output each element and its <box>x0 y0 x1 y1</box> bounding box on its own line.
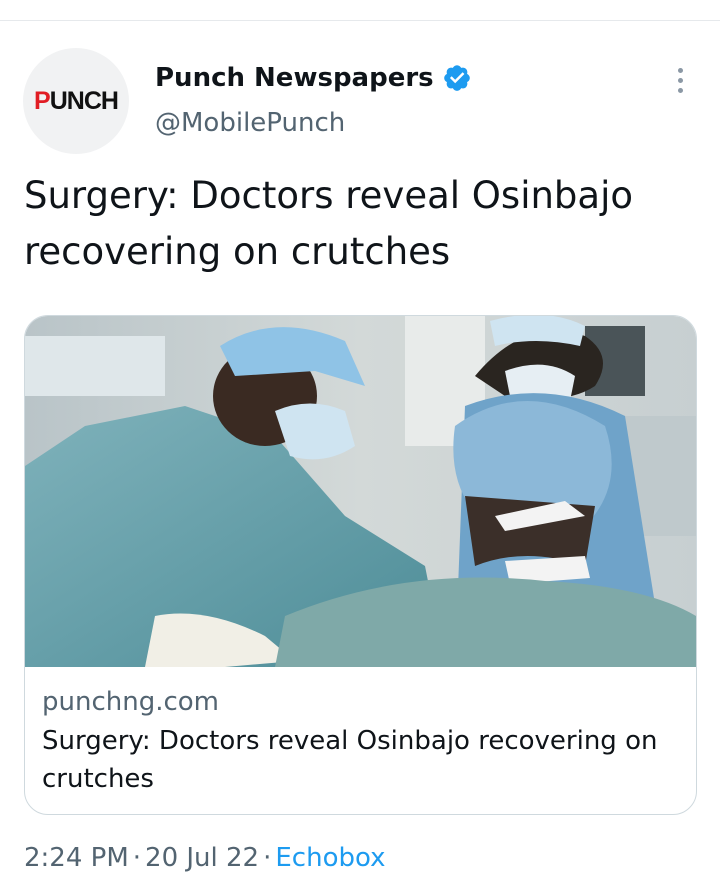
top-divider <box>0 20 720 21</box>
tweet-date[interactable]: 20 Jul 22 <box>145 843 259 873</box>
author-name-label: Punch Newspapers <box>155 63 434 93</box>
avatar[interactable]: PUNCH <box>23 48 129 154</box>
card-title: Surgery: Doctors reveal Osinbajo recover… <box>42 726 658 794</box>
tweet-meta: 2:24 PM · 20 Jul 22 · Echobox <box>24 838 385 878</box>
punch-logo: PUNCH <box>34 86 119 115</box>
author-name[interactable]: Punch Newspapers <box>155 58 472 98</box>
source-link[interactable]: Echobox <box>275 843 385 873</box>
verified-badge-icon <box>443 65 470 91</box>
tweet-text: Surgery: Doctors reveal Osinbajo recover… <box>24 174 634 273</box>
link-card[interactable]: punchng.com Surgery: Doctors reveal Osin… <box>24 315 697 815</box>
tweet-time[interactable]: 2:24 PM <box>24 843 129 873</box>
meta-separator: · <box>132 843 142 873</box>
author-handle[interactable]: @MobilePunch <box>155 103 345 143</box>
card-image[interactable] <box>25 316 696 667</box>
meta-separator: · <box>263 843 272 873</box>
card-domain: punchng.com <box>42 687 220 717</box>
more-options-icon[interactable] <box>664 60 696 100</box>
